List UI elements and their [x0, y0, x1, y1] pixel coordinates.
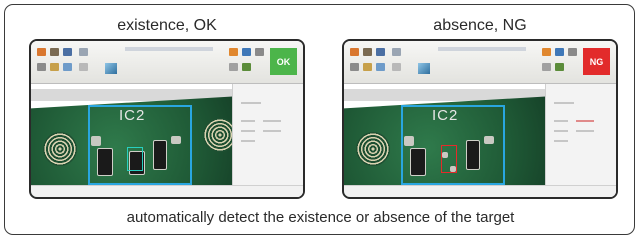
- app-toolbar: OK: [31, 41, 303, 84]
- app-toolbar: NG: [344, 41, 616, 84]
- status-bar: [31, 185, 303, 197]
- chip-label: IC2: [432, 107, 459, 124]
- target-box-ng: [441, 145, 457, 173]
- result-side-pane: [232, 84, 303, 197]
- screenshot-absence: NG IC2: [342, 39, 618, 199]
- toolbar-icon[interactable]: [376, 48, 385, 56]
- coil-spiral-icon: [43, 132, 77, 166]
- toolbar-icon[interactable]: [37, 63, 46, 71]
- window-title-bar: [438, 47, 526, 51]
- toolbar-icon[interactable]: [242, 63, 251, 71]
- toolbar-icon[interactable]: [229, 63, 238, 71]
- toolbar-icon[interactable]: [50, 63, 59, 71]
- toolbar-icon[interactable]: [363, 63, 372, 71]
- toolbar-icon[interactable]: [242, 48, 251, 56]
- toolbar-icon[interactable]: [37, 48, 46, 56]
- result-side-pane: [545, 84, 616, 197]
- toolbar-icon[interactable]: [63, 48, 72, 56]
- toolbar-icon[interactable]: [568, 48, 577, 56]
- toolbar-icon[interactable]: [542, 63, 551, 71]
- toolbar-icon[interactable]: [350, 48, 359, 56]
- toolbar-icon[interactable]: [79, 48, 88, 56]
- toolbar-icon[interactable]: [50, 48, 59, 56]
- toolbar-icon[interactable]: [229, 48, 238, 56]
- toolbar-icon[interactable]: [350, 63, 359, 71]
- toolbar-icon[interactable]: [255, 48, 264, 56]
- toolbar-icon[interactable]: [392, 63, 401, 71]
- coil-spiral-icon: [356, 132, 390, 166]
- figure-caption: automatically detect the existence or ab…: [126, 209, 515, 226]
- toolbar-icon[interactable]: [363, 48, 372, 56]
- toolbar-icon[interactable]: [376, 63, 385, 71]
- toolbar-icon[interactable]: [542, 48, 551, 56]
- screenshot-existence: OK IC2: [29, 39, 305, 199]
- status-bar: [344, 185, 616, 197]
- app-logo-icon: [105, 63, 117, 74]
- status-badge-ok: OK: [270, 48, 297, 75]
- toolbar-icon[interactable]: [63, 63, 72, 71]
- chip-label: IC2: [119, 107, 146, 124]
- toolbar-icon[interactable]: [79, 63, 88, 71]
- toolbar-icon[interactable]: [555, 63, 564, 71]
- toolbar-icon[interactable]: [392, 48, 401, 56]
- toolbar-icon[interactable]: [555, 48, 564, 56]
- left-heading: existence, OK: [117, 17, 217, 34]
- target-box-ok: [127, 147, 143, 171]
- window-title-bar: [125, 47, 213, 51]
- right-heading: absence, NG: [433, 17, 527, 34]
- status-badge-ng: NG: [583, 48, 610, 75]
- app-logo-icon: [418, 63, 430, 74]
